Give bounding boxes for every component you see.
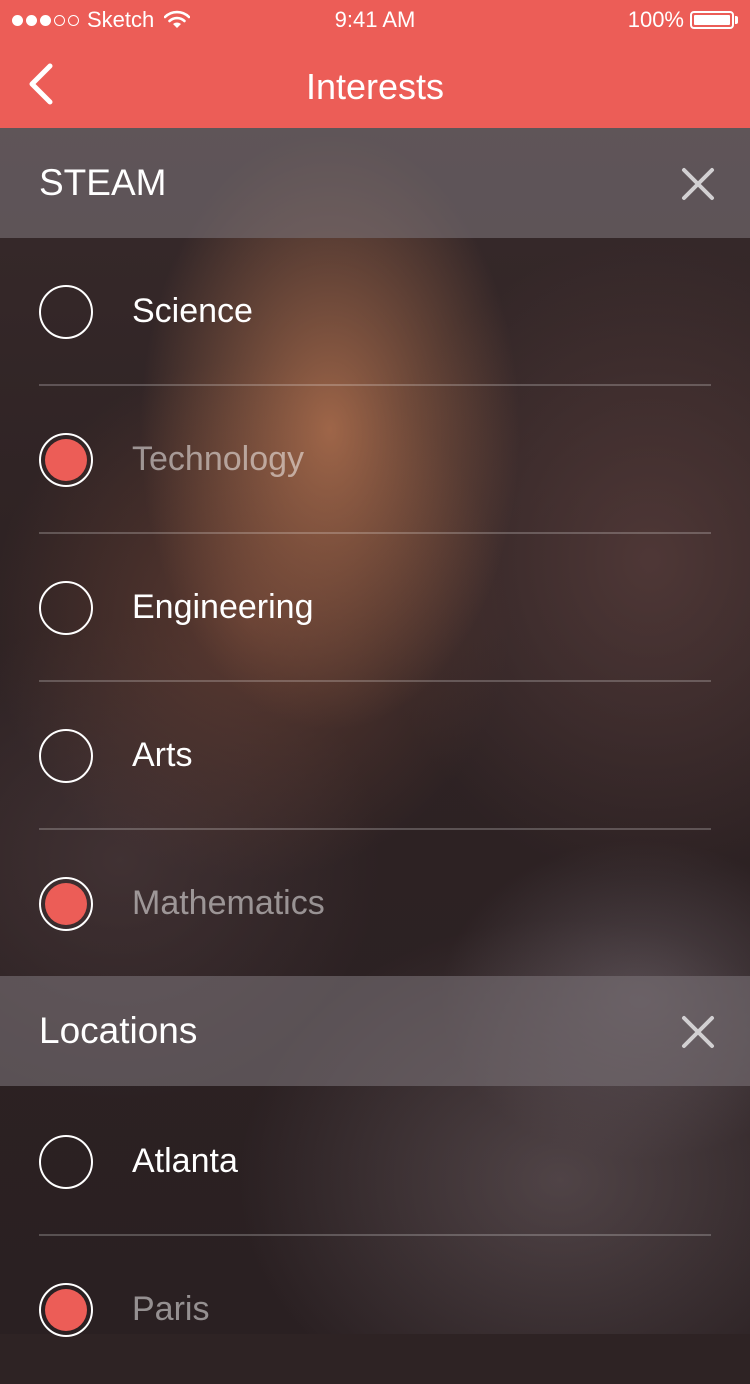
navigation-bar: Interests [0,40,750,128]
item-label: Technology [132,440,305,478]
battery-icon [690,11,734,29]
item-label: Engineering [132,588,314,626]
section-title: STEAM [39,162,167,203]
radio-button[interactable] [39,1135,93,1189]
item-label: Mathematics [132,884,325,922]
list-item-mathematics[interactable]: Mathematics [0,830,750,978]
item-label: Paris [132,1290,210,1328]
battery-status: 100% [628,7,738,33]
section-header-steam: STEAM [0,128,750,238]
section-title: Locations [39,1010,198,1051]
close-icon[interactable] [680,166,716,202]
item-label: Arts [132,736,193,774]
item-label: Atlanta [132,1142,238,1180]
radio-button[interactable] [39,433,93,487]
list-item-science[interactable]: Science [0,238,750,386]
page-title: Interests [305,66,445,107]
battery-percentage: 100% [627,7,684,32]
item-label: Science [132,292,253,330]
list-item-technology[interactable]: Technology [0,386,750,534]
list-item-atlanta[interactable]: Atlanta [0,1088,750,1236]
radio-button[interactable] [39,1283,93,1337]
section-header-locations: Locations [0,976,750,1086]
radio-button[interactable] [39,581,93,635]
battery-fill [694,15,730,25]
close-icon[interactable] [680,1014,716,1050]
list-item-engineering[interactable]: Engineering [0,534,750,682]
list-item-arts[interactable]: Arts [0,682,750,830]
radio-button[interactable] [39,877,93,931]
battery-tip [735,16,738,24]
radio-button[interactable] [39,285,93,339]
radio-button[interactable] [39,729,93,783]
status-bar: Sketch 9:41 AM 100% [0,0,750,40]
list-item-paris[interactable]: Paris [0,1236,750,1384]
